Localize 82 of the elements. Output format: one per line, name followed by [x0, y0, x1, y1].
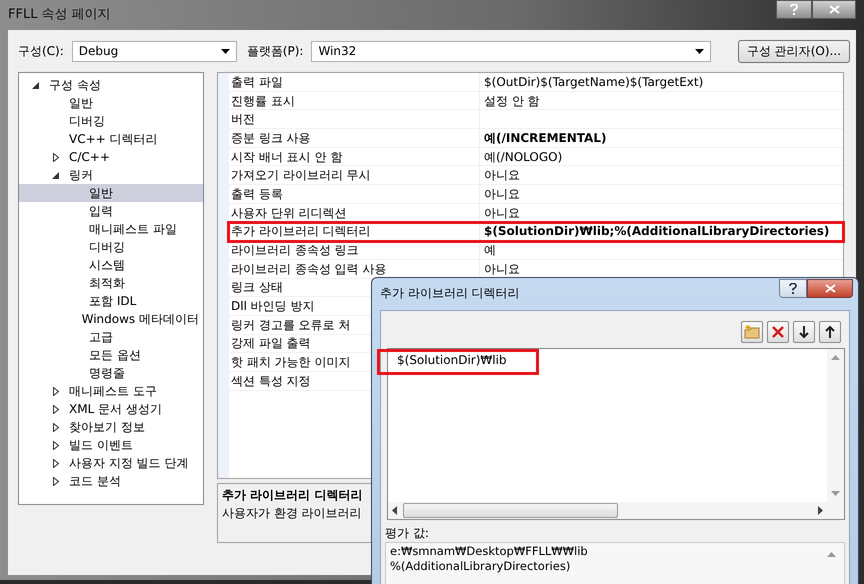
close-icon [828, 5, 840, 14]
close-button[interactable] [807, 279, 853, 298]
collapsed-arrow-icon[interactable] [52, 152, 60, 162]
evaluated-value-label: 평가 값: [385, 526, 430, 540]
tree-item[interactable]: 고급 [19, 328, 203, 346]
delete-button[interactable] [767, 321, 789, 343]
property-value: 아니요 [483, 167, 520, 184]
property-value: 설정 안 함 [483, 92, 540, 110]
tree-item[interactable]: 코드 분석 [19, 472, 203, 490]
dropdown[interactable]: Debug [72, 40, 237, 62]
tree-item[interactable]: XML 문서 생성기 [19, 400, 203, 418]
tree-item[interactable]: 빌드 이벤트 [19, 436, 203, 454]
scrollbar[interactable] [388, 502, 827, 519]
window-title: FFLL 속성 페이지 [8, 6, 111, 24]
property-name: 진행률 표시 [229, 92, 480, 110]
evaluated-value-line: %(AdditionalLibraryDirectories) [390, 559, 572, 574]
tree-item[interactable]: 구성 속성 [19, 76, 203, 94]
tree-item[interactable]: 최적화 [19, 274, 203, 292]
down-arrow-icon [799, 325, 809, 339]
description-title: 추가 라이브러리 디렉터리 [222, 487, 362, 504]
property-name: 사용자 단위 리디렉션 [229, 204, 480, 222]
property-name: 버전 [229, 110, 480, 128]
up-arrow-icon [825, 325, 835, 339]
help-button[interactable] [779, 279, 807, 298]
property-value: 예(/NOLOGO) [483, 148, 562, 166]
field-label: 플랫폼(P): [246, 43, 304, 60]
property-value: 아니요 [483, 186, 520, 203]
tree-item[interactable]: 매니페스트 도구 [19, 382, 203, 400]
field-label: 구성(C): [18, 43, 64, 60]
tree-item[interactable]: C/C++ [19, 148, 203, 166]
tree-item[interactable]: 디버깅 [19, 238, 203, 256]
expanded-arrow-icon[interactable] [52, 170, 60, 180]
tree-item[interactable]: 디버깅 [19, 112, 203, 130]
property-name: 증분 링크 사용 [229, 129, 480, 147]
help-icon [790, 4, 798, 15]
property-value: 예(/INCREMENTAL) [483, 130, 606, 147]
dropdown-caret-icon [695, 48, 704, 54]
tree-item[interactable]: 일반 [19, 184, 203, 202]
tree-item[interactable]: 모든 옵션 [19, 346, 203, 364]
property-name: 출력 파일 [229, 73, 480, 91]
property-name: 라이브러리 종속성 링크 [229, 241, 480, 259]
delete-icon [771, 325, 785, 339]
tree-item[interactable]: 명령줄 [19, 364, 203, 382]
property-name: 가져오기 라이브러리 무시 [229, 166, 480, 184]
configuration-manager-button[interactable]: 구성 관리자(O)... [738, 40, 850, 62]
dropdown[interactable]: Win32 [311, 40, 712, 62]
tree-item[interactable]: 찾아보기 정보 [19, 418, 203, 436]
scroll-down-icon [831, 491, 840, 496]
tree-item[interactable]: 링커 [19, 166, 203, 184]
scrollbar[interactable] [827, 349, 844, 502]
dropdown-caret-icon [220, 48, 230, 54]
tree-item[interactable]: VC++ 디렉터리 [19, 130, 203, 148]
tree-item[interactable]: 일반 [19, 94, 203, 112]
scroll-up-icon [831, 355, 840, 360]
new-folder-button[interactable] [741, 321, 763, 343]
close-button[interactable] [812, 0, 856, 19]
tree-item[interactable]: 입력 [19, 202, 203, 220]
property-value: 아니요 [483, 260, 520, 278]
tree-item[interactable]: 포함 IDL [19, 292, 203, 310]
move-up-button[interactable] [819, 321, 841, 343]
property-value: $(SolutionDir)₩lib;%(AdditionalLibraryDirectories) [483, 223, 830, 240]
scroll-right-icon [818, 506, 823, 515]
property-name: 추가 라이브러리 디렉터리 [229, 222, 480, 240]
property-name: 출력 등록 [229, 185, 480, 203]
scroll-left-icon [392, 506, 397, 515]
scroll-up-icon [827, 552, 836, 557]
help-button[interactable] [776, 0, 812, 19]
evaluated-value-line: e:₩smnam₩Desktop₩FFLL₩₩lib [390, 544, 588, 559]
folder-icon [744, 325, 760, 339]
close-icon [824, 284, 836, 293]
tree-item[interactable]: Windows 메타데이터 [19, 310, 203, 328]
property-value: $(OutDir)$(TargetName)$(TargetExt) [483, 74, 704, 91]
tree-item[interactable]: 시스템 [19, 256, 203, 274]
property-value: 예 [483, 242, 496, 259]
help-icon [789, 283, 797, 294]
property-name: 시작 배너 표시 안 함 [229, 148, 480, 166]
expanded-arrow-icon[interactable] [32, 80, 40, 90]
property-value: 아니요 [483, 204, 520, 222]
tree-item[interactable]: 매니페스트 파일 [19, 220, 203, 238]
description-text: 사용자가 환경 라이브러리 [222, 505, 362, 522]
move-down-button[interactable] [793, 321, 815, 343]
tree-item[interactable]: 사용자 지정 빌드 단계 [19, 454, 203, 472]
